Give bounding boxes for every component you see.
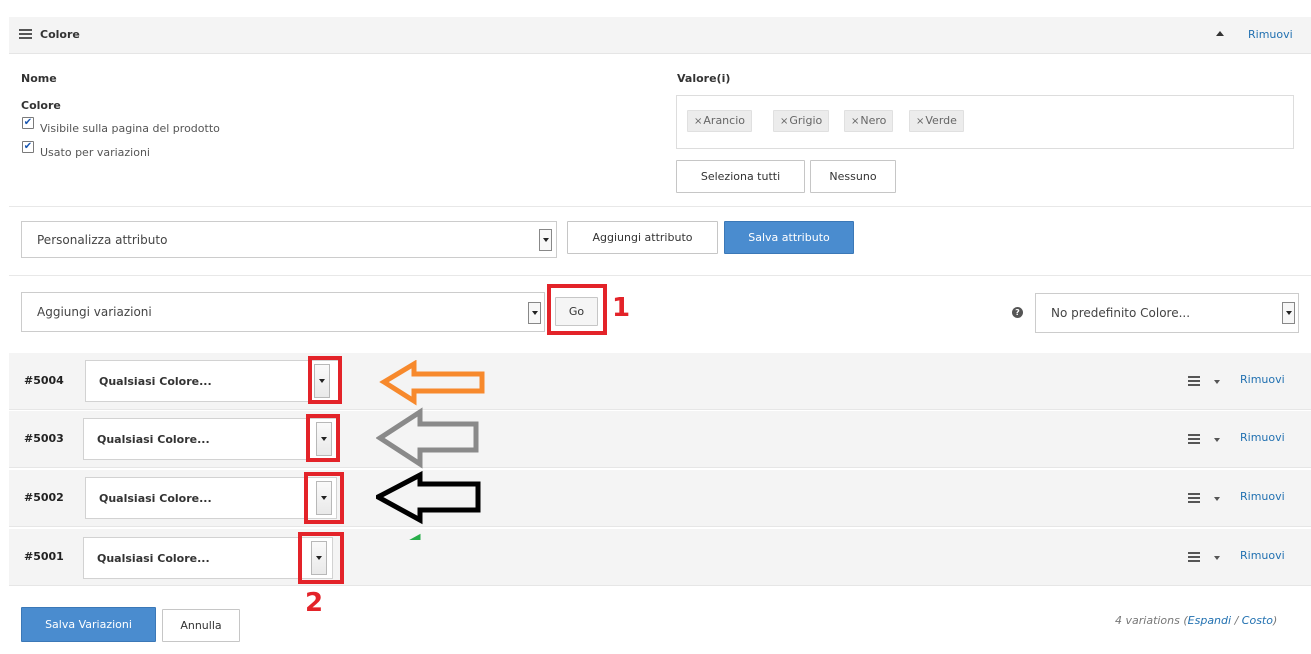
remove-tag-icon[interactable]: × xyxy=(694,116,702,127)
expand-row-icon[interactable] xyxy=(1214,438,1220,442)
remove-variation-link[interactable]: Rimuovi xyxy=(1240,373,1285,386)
variation-row[interactable]: #5003 Qualsiasi Colore... Rimuovi xyxy=(9,411,1311,468)
tag-nero[interactable]: ×Nero xyxy=(844,110,894,132)
add-variations-select[interactable]: Aggiungi variazioni xyxy=(21,292,545,332)
variation-row[interactable]: #5001 Qualsiasi Colore... Rimuovi xyxy=(9,529,1311,586)
remove-variation-link[interactable]: Rimuovi xyxy=(1240,431,1285,444)
name-header: Nome xyxy=(21,72,57,85)
variation-color-select[interactable]: Qualsiasi Colore... xyxy=(83,418,337,460)
add-attribute-button[interactable]: Aggiungi attributo xyxy=(567,221,718,254)
annotation-label: 2 xyxy=(305,588,324,618)
caret-up-icon[interactable] xyxy=(1216,31,1224,36)
arrow-left-icon xyxy=(376,407,479,469)
highlight-box xyxy=(308,356,342,404)
annotation-label: 1 xyxy=(612,293,631,323)
custom-attribute-select[interactable]: Personalizza attributo xyxy=(21,221,557,258)
arrow-left-icon xyxy=(409,533,421,540)
divider xyxy=(9,206,1311,207)
chevron-down-icon[interactable] xyxy=(528,302,541,324)
save-attribute-button[interactable]: Salva attributo xyxy=(724,221,854,254)
remove-tag-icon[interactable]: × xyxy=(780,116,788,127)
drag-handle-icon[interactable] xyxy=(1188,376,1200,386)
remove-attribute-link[interactable]: Rimuovi xyxy=(1248,28,1293,41)
variation-color-select[interactable]: Qualsiasi Colore... xyxy=(83,537,333,579)
drag-handle-icon[interactable] xyxy=(1188,434,1200,444)
arrow-left-icon xyxy=(379,360,485,406)
attribute-title: Colore xyxy=(40,28,80,41)
select-all-button[interactable]: Seleziona tutti xyxy=(676,160,805,193)
values-header: Valore(i) xyxy=(677,72,731,85)
expand-row-icon[interactable] xyxy=(1214,556,1220,560)
save-variations-button[interactable]: Salva Variazioni xyxy=(21,607,156,642)
divider xyxy=(9,275,1311,276)
variations-checkbox[interactable]: ✔ xyxy=(22,141,34,153)
variation-row[interactable]: #5002 Qualsiasi Colore... Rimuovi xyxy=(9,470,1311,527)
variation-id: #5002 xyxy=(24,491,64,504)
annotation-arrows xyxy=(376,360,485,540)
select-none-button[interactable]: Nessuno xyxy=(810,160,896,193)
variation-color-select[interactable]: Qualsiasi Colore... xyxy=(85,360,339,402)
menu-icon xyxy=(19,29,32,39)
remove-tag-icon[interactable]: × xyxy=(851,116,859,127)
chevron-down-icon[interactable] xyxy=(539,229,552,251)
visible-checkbox[interactable]: ✔ xyxy=(22,117,34,129)
variations-count: 4 variations (Espandi / Costo) xyxy=(1115,614,1278,627)
tag-arancio[interactable]: ×Arancio xyxy=(687,110,752,132)
expand-row-icon[interactable] xyxy=(1214,497,1220,501)
remove-variation-link[interactable]: Rimuovi xyxy=(1240,549,1285,562)
cancel-button[interactable]: Annulla xyxy=(162,609,240,642)
collapse-cost-link[interactable]: Costo xyxy=(1242,614,1273,627)
values-tag-input[interactable]: ×Arancio ×Grigio ×Nero ×Verde xyxy=(676,95,1294,149)
help-icon[interactable]: ? xyxy=(1012,307,1023,318)
remove-variation-link[interactable]: Rimuovi xyxy=(1240,490,1285,503)
attribute-header[interactable]: Colore Rimuovi xyxy=(9,17,1311,54)
drag-handle-icon[interactable] xyxy=(1188,552,1200,562)
drag-handle-icon[interactable] xyxy=(1188,493,1200,503)
remove-tag-icon[interactable]: × xyxy=(916,116,924,127)
variation-row[interactable]: #5004 Qualsiasi Colore... Rimuovi xyxy=(9,353,1311,410)
visible-label: Visibile sulla pagina del prodotto xyxy=(40,122,220,135)
expand-all-link[interactable]: Espandi xyxy=(1188,614,1231,627)
chevron-down-icon[interactable] xyxy=(1282,302,1295,324)
highlight-box xyxy=(547,284,607,335)
variation-id: #5001 xyxy=(24,550,64,563)
variation-id: #5004 xyxy=(24,374,64,387)
arrow-left-icon xyxy=(376,470,481,525)
tag-verde[interactable]: ×Verde xyxy=(909,110,964,132)
default-form-select[interactable]: No predefinito Colore... xyxy=(1035,293,1299,333)
expand-row-icon[interactable] xyxy=(1214,380,1220,384)
highlight-box xyxy=(306,414,340,462)
highlight-box xyxy=(298,532,344,584)
attribute-name: Colore xyxy=(21,99,61,112)
tag-grigio[interactable]: ×Grigio xyxy=(773,110,830,132)
highlight-box xyxy=(304,472,344,524)
variations-label: Usato per variazioni xyxy=(40,146,150,159)
variation-color-select[interactable]: Qualsiasi Colore... xyxy=(85,477,337,519)
variation-id: #5003 xyxy=(24,432,64,445)
